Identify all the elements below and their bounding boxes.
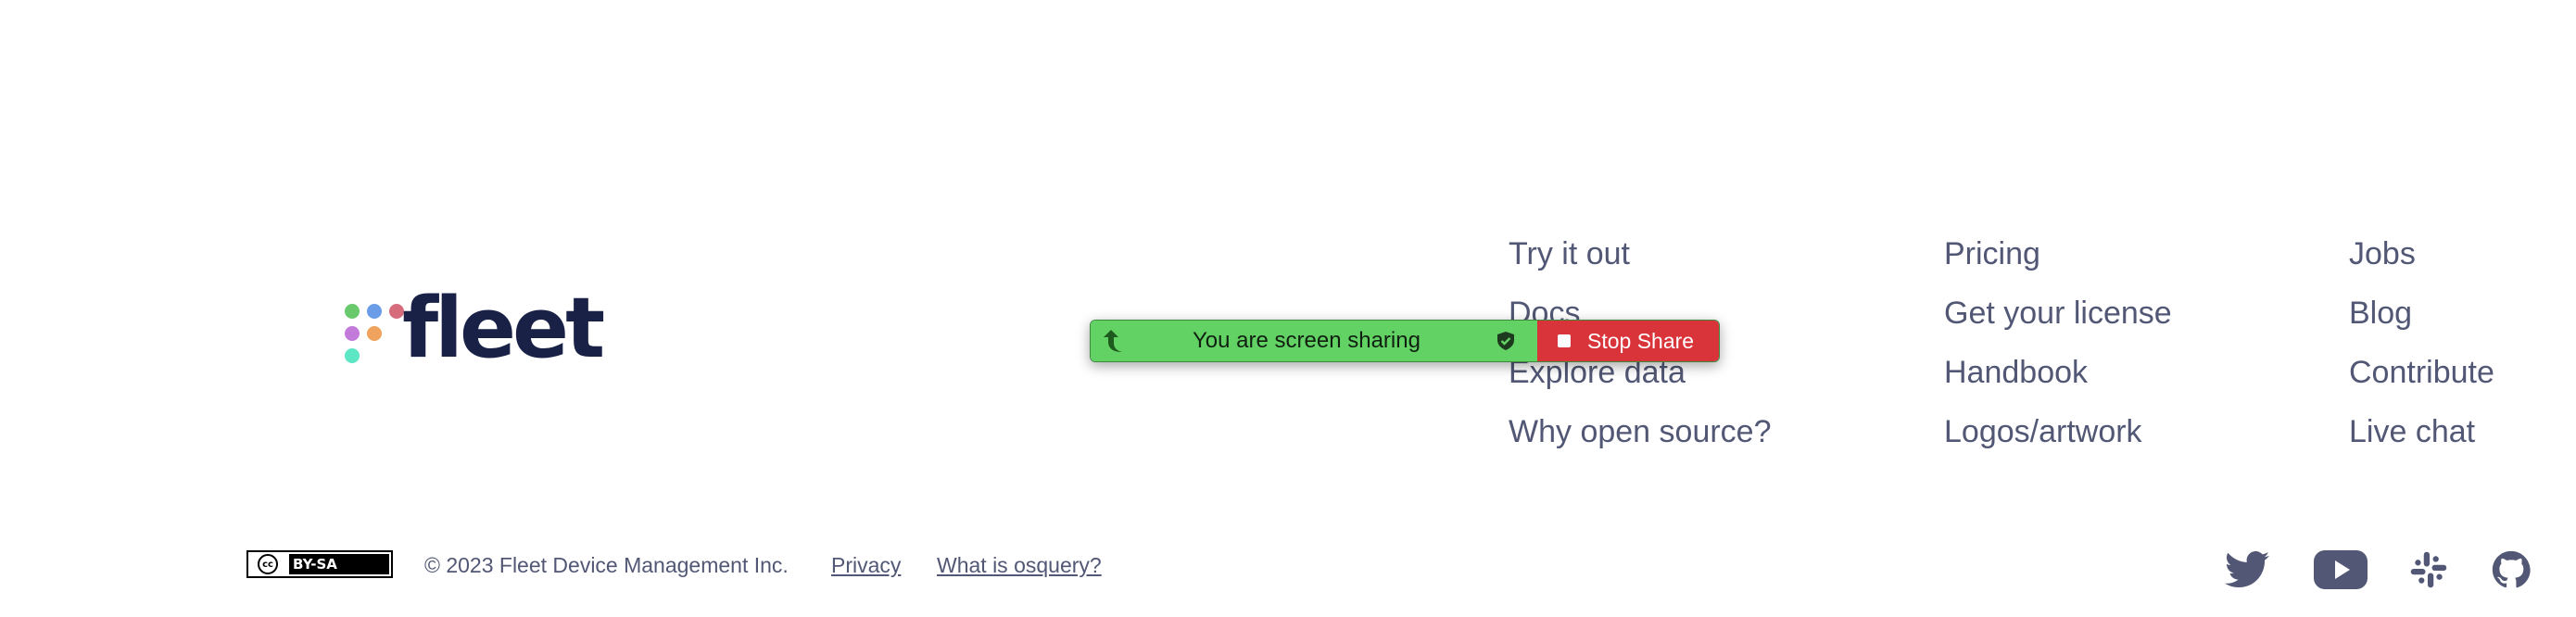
link-jobs[interactable]: Jobs xyxy=(2349,224,2494,283)
fleet-logo[interactable]: fleet xyxy=(345,287,605,393)
cc-icon: cc xyxy=(248,552,287,576)
logo-dot xyxy=(345,348,360,363)
privacy-link[interactable]: Privacy xyxy=(831,553,901,578)
logo-dot xyxy=(345,326,360,341)
link-logos-artwork[interactable]: Logos/artwork xyxy=(1944,402,2172,461)
drag-arrow-icon[interactable] xyxy=(1100,328,1126,354)
screen-share-bar: You are screen sharing Stop Share xyxy=(1090,320,1720,362)
link-pricing[interactable]: Pricing xyxy=(1944,224,2172,283)
logo-dot xyxy=(367,304,382,319)
stop-share-button[interactable]: Stop Share xyxy=(1537,321,1719,361)
footer-column-community: Jobs Blog Contribute Live chat xyxy=(2349,224,2494,461)
link-why-open-source[interactable]: Why open source? xyxy=(1509,402,1772,461)
slack-icon[interactable] xyxy=(2406,547,2452,593)
license-label: BY-SA xyxy=(287,552,391,576)
twitter-icon[interactable] xyxy=(2224,547,2270,593)
screen-share-status[interactable]: You are screen sharing xyxy=(1091,321,1537,361)
logo-dot xyxy=(367,326,382,341)
shield-check-icon xyxy=(1497,332,1514,350)
what-is-osquery-link[interactable]: What is osquery? xyxy=(937,553,1102,578)
link-handbook[interactable]: Handbook xyxy=(1944,343,2172,402)
link-blog[interactable]: Blog xyxy=(2349,283,2494,343)
link-contribute[interactable]: Contribute xyxy=(2349,343,2494,402)
footer-column-company: Pricing Get your license Handbook Logos/… xyxy=(1944,224,2172,461)
logo-dot xyxy=(345,304,360,319)
stop-share-label: Stop Share xyxy=(1587,328,1695,353)
cc-by-sa-badge[interactable]: cc BY-SA xyxy=(246,550,393,578)
link-try-it-out[interactable]: Try it out xyxy=(1509,224,1772,283)
link-live-chat[interactable]: Live chat xyxy=(2349,402,2494,461)
stop-icon xyxy=(1558,334,1571,347)
footer: fleet Try it out Docs Explore data Why o… xyxy=(0,0,2576,617)
screen-share-message: You are screen sharing xyxy=(1193,328,1421,353)
copyright-text: © 2023 Fleet Device Management Inc. xyxy=(424,553,789,577)
github-icon[interactable] xyxy=(2488,547,2534,593)
youtube-icon[interactable] xyxy=(2313,547,2368,593)
logo-wordmark: fleet xyxy=(402,280,605,377)
link-get-your-license[interactable]: Get your license xyxy=(1944,283,2172,343)
